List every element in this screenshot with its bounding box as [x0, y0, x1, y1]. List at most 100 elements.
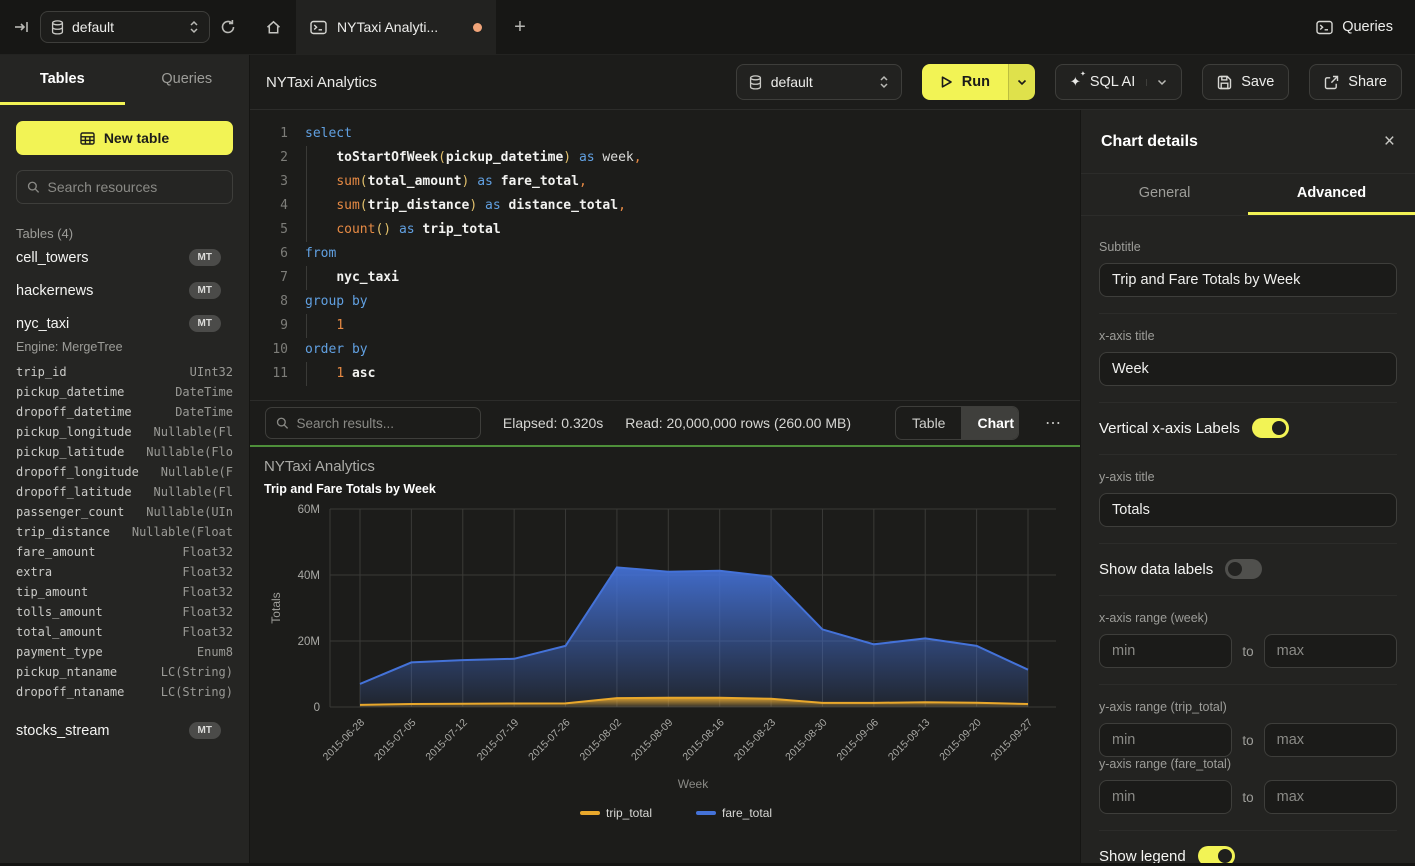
legend-item-trip_total[interactable]: trip_total [580, 806, 652, 820]
column-row[interactable]: passenger_countNullable(UIn [16, 502, 233, 522]
line-number: 10 [260, 338, 288, 362]
search-icon [276, 416, 289, 430]
tab-general[interactable]: General [1081, 174, 1248, 215]
query-tab[interactable]: NYTaxi Analyti... [296, 0, 496, 54]
chevron-updown-icon [879, 75, 889, 89]
vertical-x-axis-labels-toggle[interactable] [1252, 418, 1289, 438]
table-columns-list: trip_idUInt32pickup_datetimeDateTimedrop… [16, 362, 233, 702]
column-row[interactable]: payment_typeEnum8 [16, 642, 233, 662]
new-table-button[interactable]: New table [16, 121, 233, 155]
sql-ai-button[interactable]: ✦ SQL AI [1055, 64, 1182, 100]
column-row[interactable]: pickup_ntanameLC(String) [16, 662, 233, 682]
y-axis-range-fare-total-min-input[interactable] [1099, 780, 1232, 814]
subtitle-input[interactable] [1099, 263, 1397, 297]
run-button[interactable]: Run [922, 64, 1035, 100]
column-row[interactable]: pickup_datetime DateTime [16, 382, 233, 402]
column-row[interactable]: total_amountFloat32 [16, 622, 233, 642]
vertical-x-axis-labels-toggle-label: Vertical x-axis Labels [1099, 420, 1240, 437]
terminal-icon [310, 20, 327, 35]
x-axis-title-input[interactable] [1099, 352, 1397, 386]
column-type: Float32 [182, 582, 233, 602]
chart-panel: NYTaxi AnalyticsTrip and Fare Totals by … [250, 447, 1080, 863]
y-axis-range-trip-total-max-input[interactable] [1264, 723, 1397, 757]
more-options-icon[interactable]: ⋯ [1041, 413, 1066, 433]
view-table-button[interactable]: Table [896, 407, 961, 439]
refresh-icon[interactable] [220, 19, 236, 35]
toolbar-database-selector[interactable]: default [736, 64, 902, 100]
column-name: dropoff_datetime [16, 402, 132, 422]
table-row[interactable]: hackernewsMT [16, 274, 233, 307]
line-code: from [305, 242, 336, 266]
database-selector[interactable]: default [40, 11, 210, 43]
legend-item-fare_total[interactable]: fare_total [696, 806, 772, 820]
svg-text:2015-09-13: 2015-09-13 [886, 717, 933, 764]
svg-text:40M: 40M [298, 570, 320, 582]
view-chart-button[interactable]: Chart [961, 407, 1019, 439]
x-axis-range-max-input[interactable] [1264, 634, 1397, 668]
table-row[interactable]: cell_towersMT [16, 241, 233, 274]
toggle-knob [1272, 421, 1286, 435]
sparkles-icon: ✦ [1070, 74, 1081, 90]
column-row[interactable]: tolls_amountFloat32 [16, 602, 233, 622]
main-row: Tables Queries New table Table [0, 55, 1415, 863]
new-tab-button[interactable]: + [496, 0, 544, 54]
sidebar-tab-tables[interactable]: Tables [0, 55, 125, 105]
collapse-sidebar-icon[interactable] [14, 20, 30, 34]
sql-editor[interactable]: 1select2 toStartOfWeek(pickup_datetime) … [250, 110, 1080, 400]
editor-line: 2 toStartOfWeek(pickup_datetime) as week… [260, 146, 1080, 170]
column-row[interactable]: extraFloat32 [16, 562, 233, 582]
show-data-labels-toggle[interactable] [1225, 559, 1262, 579]
column-row[interactable]: pickup_longitudeNullable(Fl [16, 422, 233, 442]
column-row[interactable]: trip_distanceNullable(Float [16, 522, 233, 542]
line-code: select [305, 122, 352, 146]
save-button[interactable]: Save [1202, 64, 1289, 100]
column-row[interactable]: dropoff_datetimeDateTime [16, 402, 233, 422]
results-search-input[interactable] [297, 416, 470, 431]
y-axis-range-fare-total-max-input[interactable] [1264, 780, 1397, 814]
column-row[interactable]: pickup_latitudeNullable(Flo [16, 442, 233, 462]
sidebar-search[interactable] [16, 170, 233, 204]
show-legend-toggle[interactable] [1198, 846, 1235, 863]
column-type: DateTime [175, 382, 233, 402]
x-axis-range-min-input[interactable] [1099, 634, 1232, 668]
field-divider [1099, 830, 1397, 831]
tab-advanced[interactable]: Advanced [1248, 174, 1415, 215]
query-toolbar: NYTaxi Analytics default [250, 55, 1415, 110]
run-options-caret[interactable] [1008, 64, 1035, 100]
column-row[interactable]: dropoff_ntanameLC(String) [16, 682, 233, 702]
results-search[interactable] [265, 407, 481, 439]
table-row[interactable]: nyc_taxiMT [16, 307, 233, 340]
column-row[interactable]: tip_amountFloat32 [16, 582, 233, 602]
close-icon[interactable]: × [1384, 131, 1395, 153]
sql-ai-caret[interactable] [1146, 79, 1167, 86]
table-name: cell_towers [16, 250, 89, 266]
y-axis-title-input-label: y-axis title [1099, 470, 1397, 484]
field-divider [1099, 543, 1397, 544]
column-row[interactable]: fare_amountFloat32 [16, 542, 233, 562]
database-icon [749, 75, 762, 90]
column-row[interactable]: dropoff_latitudeNullable(Fl [16, 482, 233, 502]
home-button[interactable] [250, 0, 296, 54]
run-button-main[interactable]: Run [922, 64, 1008, 100]
sidebar-search-input[interactable] [48, 179, 222, 195]
y-axis-range-fare-total-label: y-axis range (fare_total) [1099, 757, 1397, 771]
x-axis-range-label: x-axis range (week) [1099, 611, 1397, 625]
vertical-x-axis-labels-toggle-row: Vertical x-axis Labels [1099, 418, 1397, 438]
line-number: 7 [260, 266, 288, 290]
y-axis-title-input[interactable] [1099, 493, 1397, 527]
engine-badge: MT [189, 282, 221, 299]
top-bar: default [0, 0, 1415, 55]
queries-button[interactable]: Queries [1294, 0, 1415, 54]
table-row[interactable]: stocks_streamMT [16, 714, 233, 747]
tables-list: cell_towersMThackernewsMTnyc_taxiMTEngin… [16, 241, 233, 747]
column-name: passenger_count [16, 502, 124, 522]
column-name: pickup_datetime [16, 382, 124, 402]
sidebar-tab-queries[interactable]: Queries [125, 55, 250, 105]
new-table-label: New table [104, 130, 169, 146]
column-type: LC(String) [161, 682, 233, 702]
y-axis-range-trip-total-min-input[interactable] [1099, 723, 1232, 757]
share-button[interactable]: Share [1309, 64, 1402, 100]
sidebar-tabs: Tables Queries [0, 55, 249, 105]
column-row[interactable]: trip_idUInt32 [16, 362, 233, 382]
column-row[interactable]: dropoff_longitudeNullable(F [16, 462, 233, 482]
